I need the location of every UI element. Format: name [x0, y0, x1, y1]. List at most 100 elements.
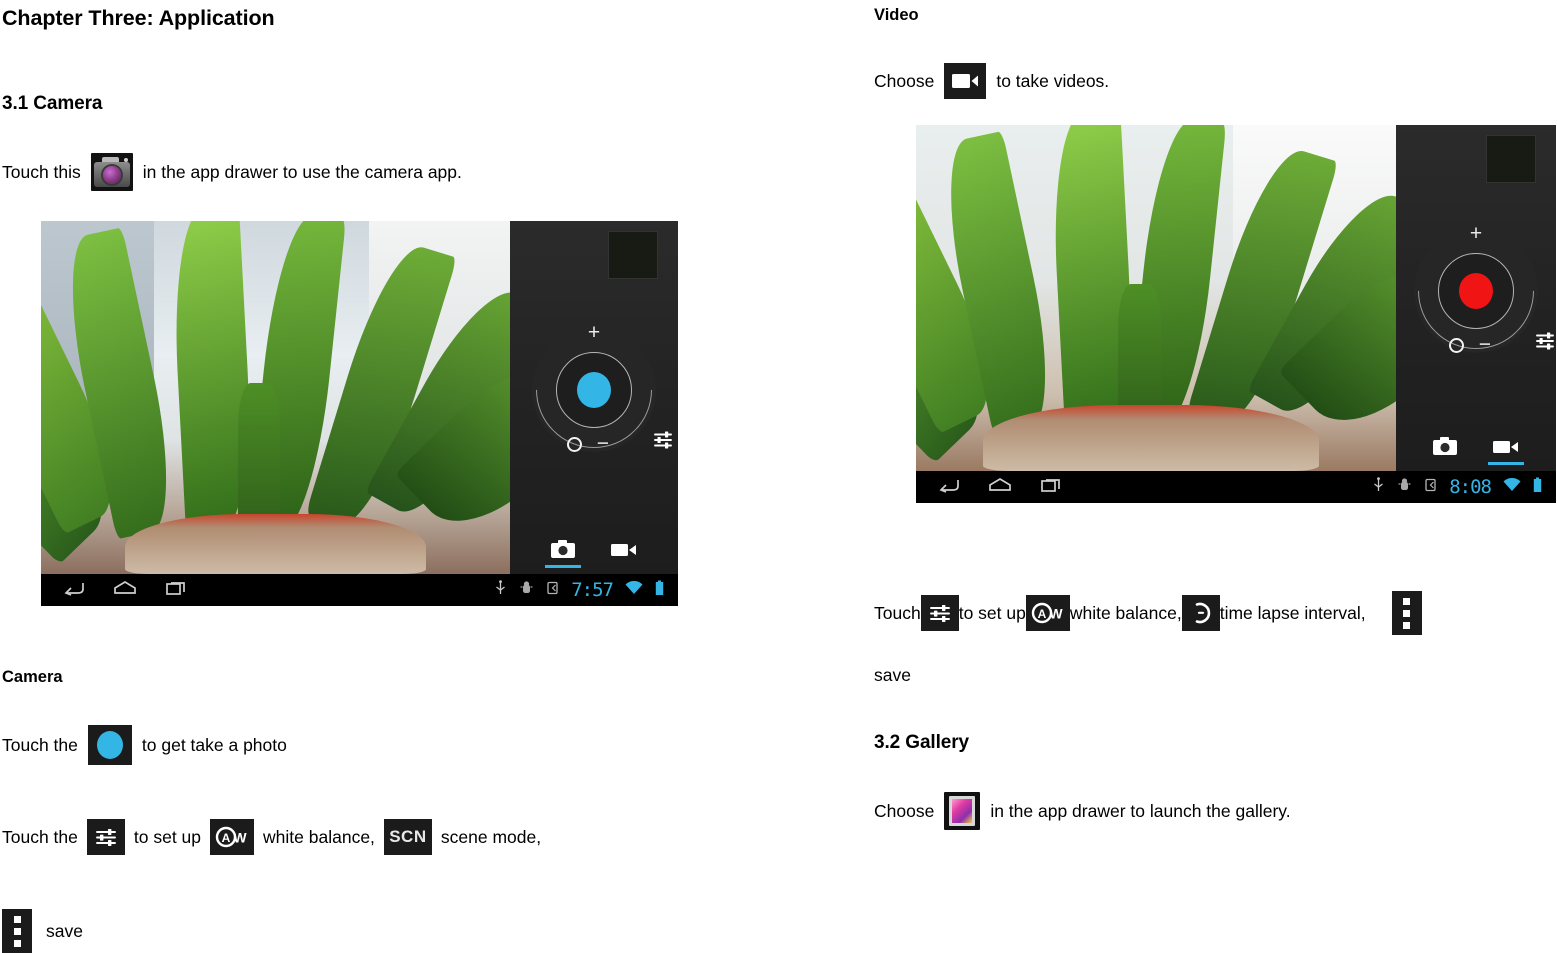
video-settings-part2: to set up [958, 602, 1026, 623]
settings-instruction-line: Touch the to set up A W white balance, S… [0, 819, 860, 855]
gallery-intro-line: Choose in the app drawer to launch the g… [860, 792, 1557, 830]
camera-intro-after: in the app drawer to use the camera app. [142, 161, 462, 182]
shutter-button-icon [87, 725, 132, 765]
camera-app-icon [90, 153, 133, 191]
video-mode-tab[interactable] [610, 541, 638, 568]
settings-line-part4: scene mode, [440, 826, 542, 847]
right-column: Video Choose to take videos. + − 8:08 To… [860, 0, 1557, 932]
video-settings-part4: time lapse interval, [1219, 602, 1366, 623]
usb-icon [494, 580, 507, 600]
back-icon[interactable] [938, 477, 960, 498]
recents-icon[interactable] [1040, 477, 1062, 498]
video-camera-icon [944, 63, 987, 99]
gallery-app-icon [944, 792, 981, 830]
video-intro-before: Choose [874, 70, 935, 91]
auto-white-balance-icon: A W [210, 819, 255, 855]
camera-intro-before: Touch this [2, 161, 81, 182]
camera-control-panel: + − [510, 221, 678, 574]
video-mode-icon [1493, 441, 1518, 453]
camera-viewfinder [41, 221, 510, 574]
shutter-instruction-line: Touch the to get take a photo [0, 725, 860, 765]
photo-mode-icon [1433, 437, 1457, 455]
video-intro-after: to take videos. [996, 70, 1110, 91]
video-settings-part1: Touch [874, 602, 921, 623]
video-settings-line: Touch to set up A W white balance, time … [860, 591, 1557, 635]
sdcard-icon [546, 581, 559, 600]
status-icons: 8:08 [1372, 476, 1546, 498]
home-icon[interactable] [113, 580, 137, 601]
battery-icon [655, 580, 664, 601]
overflow-menu-icon [2, 909, 32, 953]
gallery-intro-after: in the app drawer to launch the gallery. [990, 800, 1291, 821]
manual-page: Chapter Three: Application 3.1 Camera To… [0, 0, 1557, 953]
settings-sliders-icon [920, 595, 959, 631]
save-instruction-line: save [0, 909, 860, 953]
overflow-menu-icon [1391, 591, 1422, 635]
video-control-panel: + − [1393, 125, 1556, 471]
zoom-in-icon[interactable]: + [1470, 223, 1482, 244]
page-title: Chapter Three: Application [2, 6, 275, 30]
usb-icon [1372, 477, 1385, 497]
camera-dial: + − [511, 308, 677, 473]
video-subheading: Video [874, 6, 919, 24]
home-icon[interactable] [988, 477, 1012, 498]
zoom-out-icon[interactable]: − [1479, 334, 1491, 355]
photo-mode-icon [551, 540, 575, 558]
recents-icon[interactable] [165, 580, 187, 601]
video-intro-line: Choose to take videos. [860, 63, 1557, 99]
zoom-in-icon[interactable]: + [588, 322, 600, 343]
save-label: save [46, 920, 83, 941]
android-debug-icon [1397, 477, 1412, 497]
svg-text:W: W [1049, 606, 1063, 622]
status-icons: 7:57 [494, 579, 668, 601]
auto-white-balance-icon: A W [1025, 595, 1070, 631]
camera-app-screenshot: + − 7:57 [41, 221, 678, 606]
photo-mode-tab[interactable] [1432, 436, 1458, 465]
navigation-buttons [51, 580, 187, 601]
zoom-out-icon[interactable]: − [597, 433, 609, 454]
record-button[interactable] [1459, 273, 1493, 310]
android-debug-icon [519, 580, 534, 600]
navigation-buttons [926, 477, 1062, 498]
video-app-screenshot: + − 8:08 [916, 125, 1556, 503]
svg-text:A: A [222, 831, 231, 845]
last-shot-thumbnail[interactable] [608, 231, 658, 279]
settings-line-part2: to set up [133, 826, 202, 847]
video-viewfinder [916, 125, 1396, 471]
last-shot-thumbnail[interactable] [1486, 135, 1536, 183]
section-heading-camera: 3.1 Camera [2, 93, 103, 114]
camera-subheading: Camera [2, 668, 63, 686]
video-save-label: save [874, 665, 911, 685]
wifi-icon [625, 580, 643, 600]
section-heading-gallery: 3.2 Gallery [874, 732, 970, 753]
settings-sliders-icon[interactable] [652, 429, 674, 456]
video-mode-tab[interactable] [1492, 438, 1520, 465]
status-clock: 7:57 [571, 579, 614, 601]
status-clock: 8:08 [1449, 476, 1492, 498]
scene-mode-icon: SCN [383, 819, 432, 855]
video-mode-tabs [1396, 436, 1556, 467]
back-icon[interactable] [63, 580, 85, 601]
settings-line-part1: Touch the [2, 826, 78, 847]
camera-mode-tabs [510, 539, 678, 570]
battery-icon [1533, 477, 1542, 498]
left-column: Chapter Three: Application 3.1 Camera To… [0, 0, 860, 953]
gallery-intro-before: Choose [874, 800, 935, 821]
android-system-bar: 7:57 [41, 574, 678, 606]
plant-video-preview [916, 125, 1396, 471]
plant-photo [41, 221, 510, 574]
sdcard-icon [1424, 478, 1437, 497]
video-dial: + − [1393, 209, 1556, 374]
android-system-bar: 8:08 [916, 471, 1556, 503]
camera-intro-line: Touch this in the app drawer to use the … [0, 153, 860, 191]
wifi-icon [1503, 477, 1521, 497]
svg-text:A: A [1038, 607, 1047, 621]
scene-mode-label: SCN [389, 826, 427, 846]
settings-sliders-icon [86, 819, 125, 855]
settings-line-part3: white balance, [263, 826, 375, 847]
photo-mode-tab[interactable] [550, 539, 576, 568]
shutter-button[interactable] [577, 372, 611, 409]
video-mode-icon [611, 544, 636, 556]
settings-sliders-icon[interactable] [1534, 330, 1556, 357]
svg-text:W: W [233, 830, 247, 846]
